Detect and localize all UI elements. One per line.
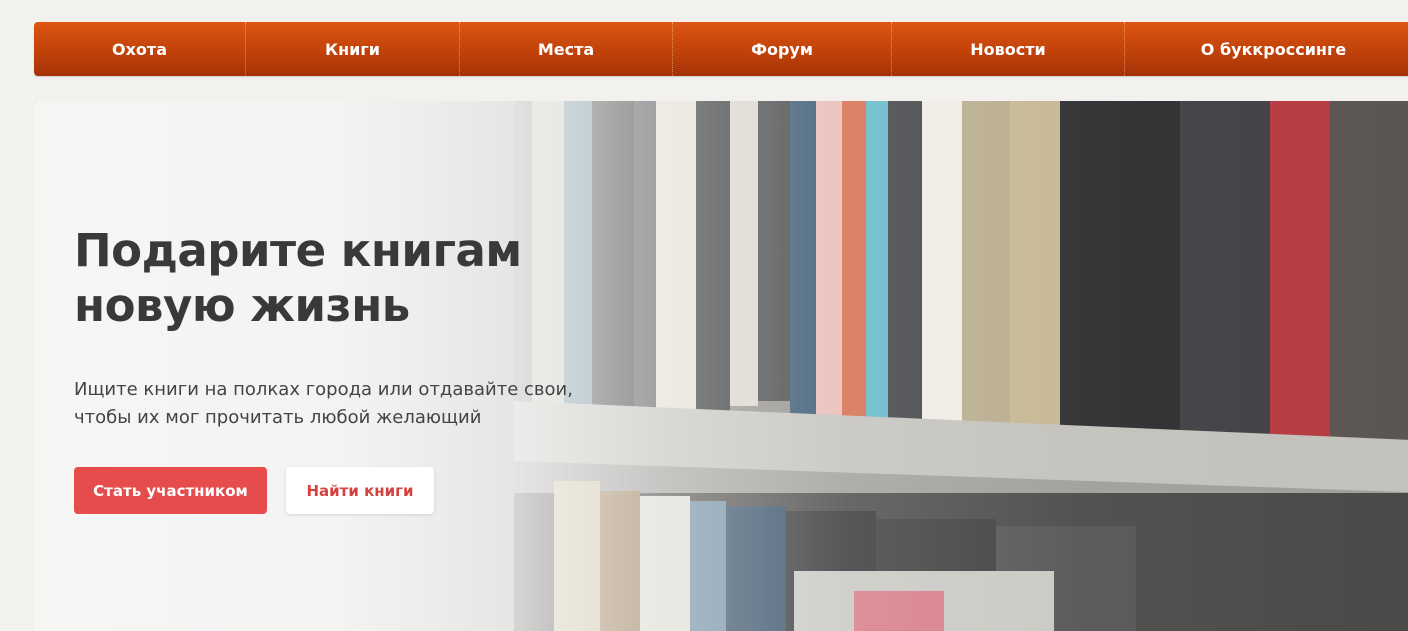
hero-subtitle: Ищите книги на полках города или отдавай… xyxy=(74,376,614,432)
nav-item-books[interactable]: Книги xyxy=(246,22,460,76)
nav-item-about-bookcrossing[interactable]: О буккроссинге xyxy=(1125,22,1408,76)
find-books-button[interactable]: Найти книги xyxy=(286,467,434,514)
hero-actions: Стать участником Найти книги xyxy=(74,467,434,514)
hero-banner: Подарите книгам новую жизнь Ищите книги … xyxy=(34,101,1408,631)
nav-item-news[interactable]: Новости xyxy=(892,22,1125,76)
hero-title: Подарите книгам новую жизнь xyxy=(74,223,634,333)
hero-title-line-2: новую жизнь xyxy=(74,279,410,332)
main-navigation: Охота Книги Места Форум Новости О буккро… xyxy=(34,22,1408,76)
hero-title-line-1: Подарите книгам xyxy=(74,224,522,277)
nav-item-places[interactable]: Места xyxy=(460,22,673,76)
become-member-button[interactable]: Стать участником xyxy=(74,467,267,514)
nav-item-hunt[interactable]: Охота xyxy=(34,22,246,76)
hero-content: Подарите книгам новую жизнь Ищите книги … xyxy=(74,223,634,432)
nav-item-forum[interactable]: Форум xyxy=(673,22,892,76)
hero-subtitle-line-2: чтобы их мог прочитать любой желающий xyxy=(74,407,482,428)
hero-subtitle-line-1: Ищите книги на полках города или отдавай… xyxy=(74,379,573,400)
